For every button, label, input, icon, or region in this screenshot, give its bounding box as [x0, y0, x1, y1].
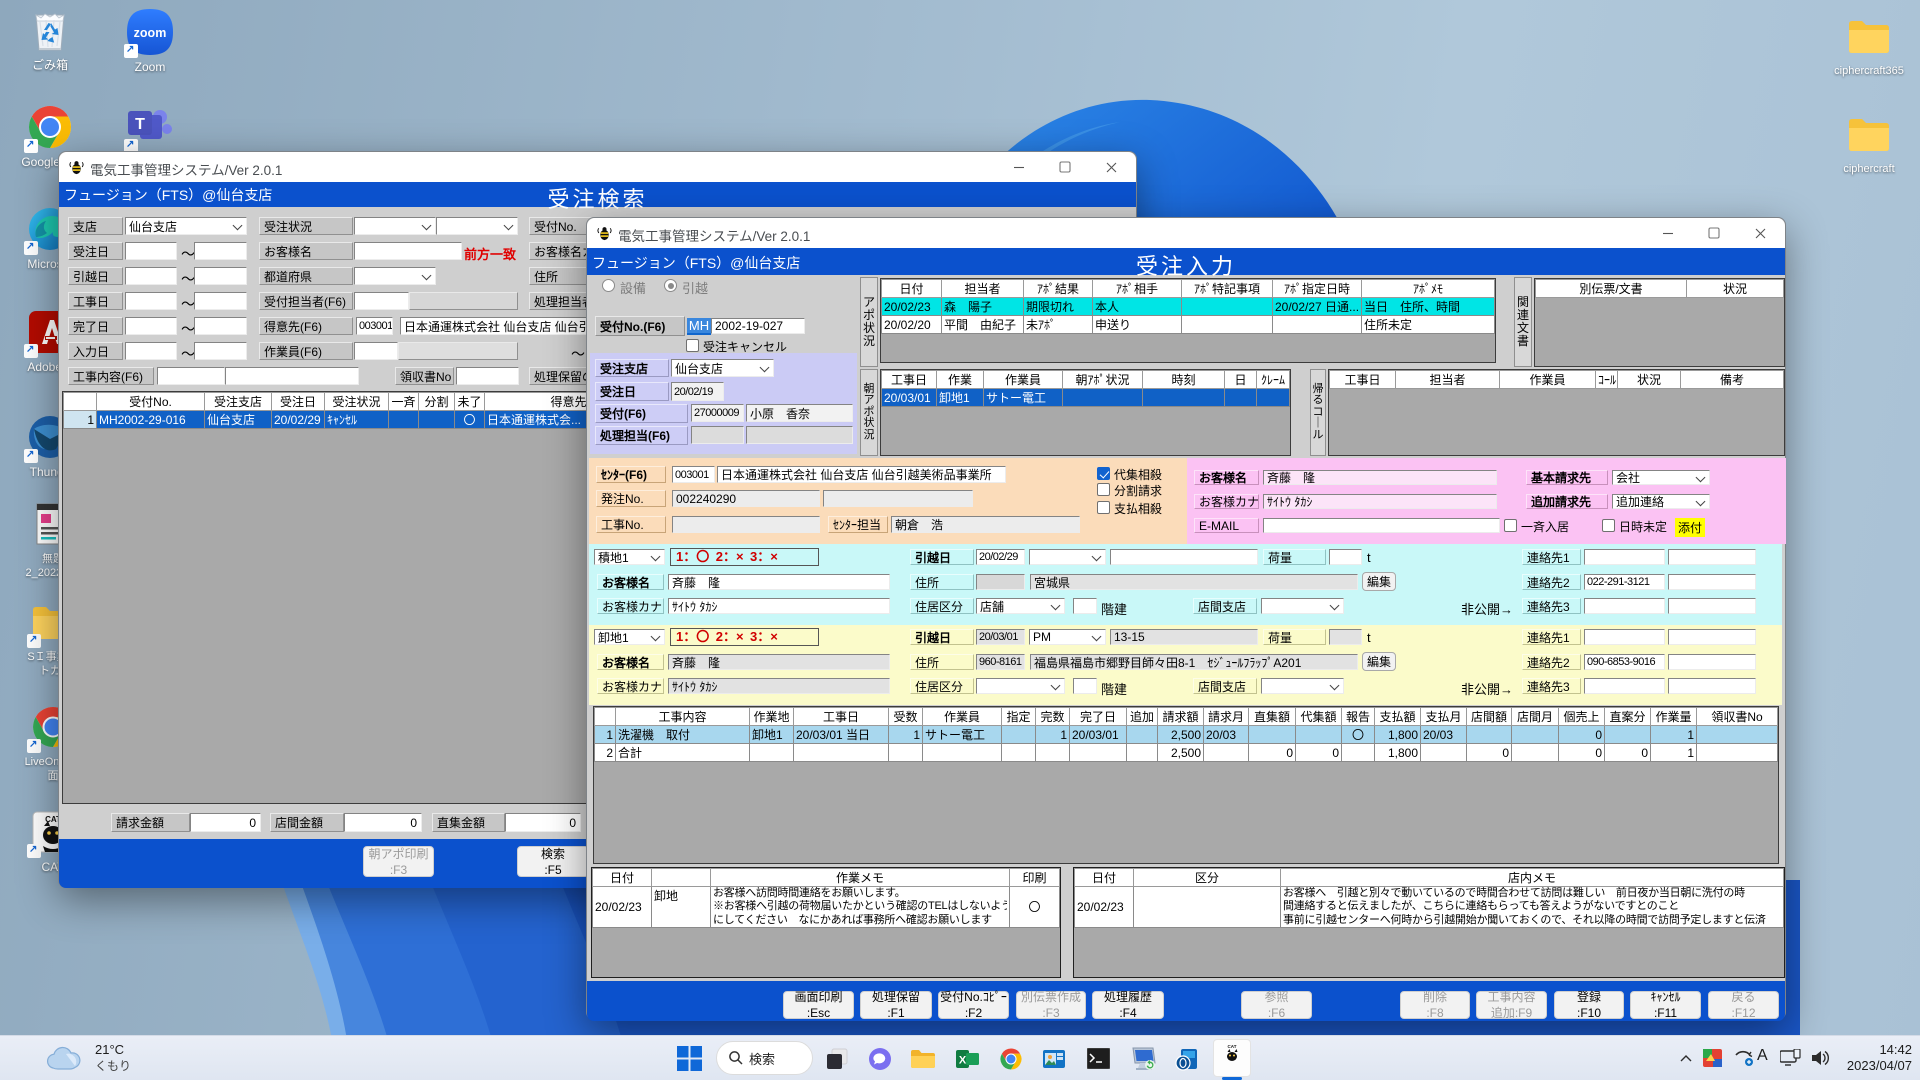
svg-text:X: X — [959, 1055, 967, 1067]
svg-text:T: T — [135, 116, 145, 133]
svg-text:zoom: zoom — [134, 26, 167, 40]
svg-text:CAT: CAT — [1228, 1044, 1237, 1049]
